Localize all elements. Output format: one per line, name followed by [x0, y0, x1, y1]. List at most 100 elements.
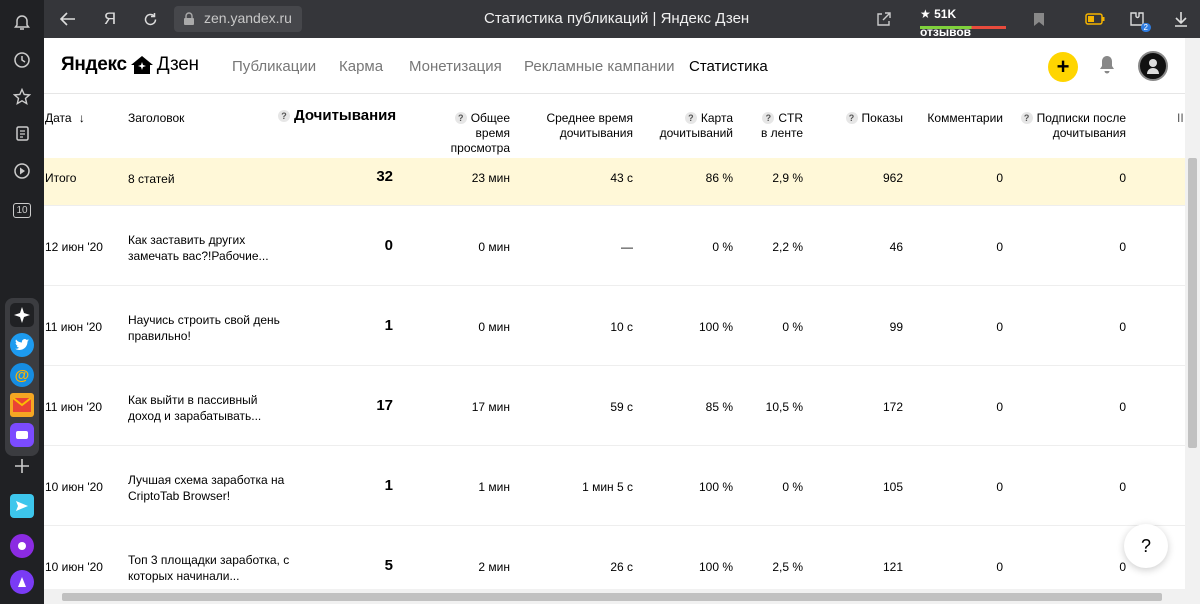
- cell-shows: 105: [882, 480, 903, 494]
- vertical-scroll-thumb[interactable]: [1188, 158, 1197, 448]
- cell-reads: 32: [376, 168, 393, 185]
- col-reads-label: Дочитывания: [294, 107, 397, 124]
- reviews-badge[interactable]: ★ 51K отзывов: [920, 5, 1010, 39]
- col-read-map[interactable]: ? Карта дочитываний: [644, 111, 733, 141]
- cell-avg-time: —: [621, 240, 633, 254]
- cell-title-link[interactable]: Топ 3 площадки заработка, с которых начи…: [128, 552, 293, 584]
- col-shows-label: Показы: [861, 111, 903, 125]
- nav-publications[interactable]: Публикации: [232, 58, 316, 75]
- mail-at-icon[interactable]: @: [10, 363, 34, 387]
- alice-voice-icon[interactable]: [10, 570, 34, 594]
- messenger-icon[interactable]: [10, 423, 34, 447]
- help-icon[interactable]: ?: [684, 112, 697, 124]
- collections-icon[interactable]: [9, 121, 35, 147]
- help-icon[interactable]: ?: [454, 112, 467, 124]
- table-row[interactable]: 11 июн '20 Научись строить свой день пра…: [44, 286, 1185, 366]
- col-total-time-label-2: просмотра: [450, 141, 510, 155]
- add-app-icon[interactable]: [9, 453, 35, 479]
- yandex-icon[interactable]: Я: [99, 8, 121, 30]
- star-icon[interactable]: [9, 84, 35, 110]
- create-plus-button[interactable]: +: [1048, 52, 1078, 82]
- col-subs[interactable]: ? Подписки после дочитывания: [1010, 111, 1126, 141]
- cell-ctr: 2,9 %: [772, 171, 803, 185]
- cell-date: 11 июн '20: [45, 400, 103, 414]
- col-read-map-label-2: дочитываний: [659, 126, 733, 140]
- cell-total-time: 0 мин: [478, 320, 510, 334]
- cell-total-time: 23 мин: [471, 171, 510, 185]
- cell-title-link[interactable]: Как выйти в пассивный доход и зарабатыва…: [128, 392, 293, 424]
- col-total-time-label-1: Общее время: [470, 111, 510, 140]
- history-icon[interactable]: [9, 47, 35, 73]
- gmail-icon[interactable]: [10, 393, 34, 417]
- tabs-count-icon[interactable]: 10: [9, 197, 35, 223]
- col-date-label: Дата: [45, 111, 72, 125]
- table-row[interactable]: 10 июн '20 Лучшая схема заработка на Cri…: [44, 446, 1185, 526]
- alice-app-icon[interactable]: [10, 534, 34, 558]
- lock-icon: [178, 8, 200, 30]
- play-icon[interactable]: [9, 158, 35, 184]
- horizontal-scroll-thumb[interactable]: [62, 593, 1162, 601]
- cell-subs: 0: [1119, 320, 1126, 334]
- horizontal-scrollbar[interactable]: [44, 589, 1185, 604]
- table-row[interactable]: 12 июн '20 Как заставить других замечать…: [44, 206, 1185, 286]
- cell-date: 10 июн '20: [45, 480, 103, 494]
- share-icon[interactable]: [872, 8, 894, 30]
- help-icon[interactable]: ?: [845, 112, 858, 124]
- extensions-icon[interactable]: 2: [1126, 8, 1151, 32]
- table-row[interactable]: 11 июн '20 Как выйти в пассивный доход и…: [44, 366, 1185, 446]
- reload-icon[interactable]: [139, 8, 161, 30]
- cell-comments: 0: [996, 560, 1003, 574]
- col-date[interactable]: Дата ↓: [45, 111, 85, 126]
- bookmark-icon[interactable]: [1028, 8, 1050, 30]
- nav-karma[interactable]: Карма: [339, 58, 383, 75]
- cell-total-time: 2 мин: [478, 560, 510, 574]
- browser-toolbar: Я zen.yandex.ru Статистика публикаций | …: [44, 0, 1200, 39]
- help-button[interactable]: ?: [1124, 524, 1168, 568]
- nav-ad-campaigns[interactable]: Рекламные кампании: [524, 58, 674, 75]
- user-avatar[interactable]: [1138, 51, 1168, 81]
- cell-comments: 0: [996, 400, 1003, 414]
- notifications-bell-icon[interactable]: [1098, 55, 1116, 80]
- help-icon[interactable]: ?: [762, 112, 775, 124]
- col-comments[interactable]: Комментарии: [914, 111, 1003, 126]
- url-text: zen.yandex.ru: [204, 10, 292, 26]
- cell-reads: 0: [384, 237, 393, 254]
- cell-avg-time: 26 с: [610, 560, 633, 574]
- col-shows[interactable]: ? Показы: [824, 111, 903, 126]
- table-row[interactable]: 10 июн '20 Топ 3 площадки заработка, с к…: [44, 526, 1185, 589]
- col-title[interactable]: Заголовок: [128, 111, 184, 126]
- sparkle-app-icon[interactable]: [10, 303, 34, 327]
- cell-subs: 0: [1119, 171, 1126, 185]
- col-total-time[interactable]: ? Общее время просмотра: [422, 111, 510, 156]
- nav-statistics[interactable]: Статистика: [689, 58, 768, 75]
- table-row-total[interactable]: Итого 8 статей 32 23 мин 43 с 86 % 2,9 %…: [44, 158, 1185, 206]
- cell-shows: 962: [882, 171, 903, 185]
- twitter-icon[interactable]: [10, 333, 34, 357]
- col-avg-time[interactable]: Среднее время дочитывания: [532, 111, 633, 141]
- cell-title: 8 статей: [128, 172, 175, 186]
- cell-subs: 0: [1119, 240, 1126, 254]
- cell-title-link[interactable]: Научись строить свой день правильно!: [128, 312, 293, 344]
- help-icon[interactable]: ?: [1020, 112, 1033, 124]
- cell-title-link[interactable]: Как заставить других замечать вас?!Рабоч…: [128, 232, 293, 264]
- help-icon[interactable]: ?: [278, 110, 290, 122]
- cell-title-link[interactable]: Лучшая схема заработка на CriptoTab Brow…: [128, 472, 293, 504]
- cell-comments: 0: [996, 320, 1003, 334]
- yandex-zen-logo[interactable]: Яндекс Дзен: [61, 54, 199, 76]
- col-reads[interactable]: ? Дочитывания: [278, 108, 396, 123]
- cell-total-time: 0 мин: [478, 240, 510, 254]
- back-arrow-icon[interactable]: [57, 8, 79, 30]
- col-ctr-label-1: CTR: [778, 111, 803, 125]
- battery-icon[interactable]: [1084, 8, 1106, 30]
- logo-yandex: Яндекс: [61, 54, 127, 75]
- send-app-icon[interactable]: [10, 494, 34, 518]
- vertical-scrollbar[interactable]: [1185, 38, 1200, 604]
- download-icon[interactable]: [1170, 8, 1192, 30]
- col-ctr[interactable]: ? CTR в ленте: [744, 111, 803, 141]
- nav-monetization[interactable]: Монетизация: [409, 58, 502, 75]
- cell-ctr: 10,5 %: [765, 400, 803, 414]
- bell-icon[interactable]: [9, 10, 35, 36]
- col-avg-time-label-2: дочитывания: [559, 126, 633, 140]
- col-more[interactable]: II: [1177, 111, 1184, 126]
- cell-ctr: 0 %: [782, 320, 803, 334]
